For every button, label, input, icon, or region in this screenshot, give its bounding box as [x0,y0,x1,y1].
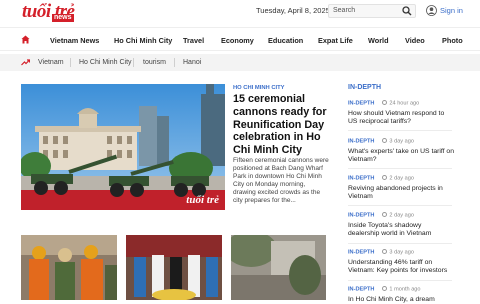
article-thumbnail[interactable] [231,235,326,300]
article-category[interactable]: IN-DEPTH [348,139,374,145]
nav-item-education[interactable]: Education [268,36,303,45]
clock-icon [382,138,388,143]
thumbnail-rescue-workers [21,235,117,300]
image-watermark: tuổi trẻ [186,194,219,206]
main-nav: Vietnam News Ho Chi Minh City Travel Eco… [0,27,480,51]
article-time: 1 month ago [389,286,421,293]
article-category[interactable]: IN-DEPTH [348,250,374,256]
article-time: 3 day ago [389,138,414,145]
sign-in-link[interactable]: Sign in [440,6,463,15]
article-title[interactable]: Inside Toyota's shadowy dealership world… [348,222,454,239]
article-title[interactable]: How should Vietnam respond to US recipro… [348,110,454,127]
sidebar-article[interactable]: IN-DEPTH 2 day ago Inside Toyota's shadow… [348,212,454,238]
tag-divider [70,58,71,67]
tag-divider [174,58,175,67]
hero-photo-cannons [21,84,225,210]
clock-icon [382,100,388,105]
tag-ho-chi-minh-city[interactable]: Ho Chi Minh City [79,59,132,66]
article-time: 24 hour ago [389,100,420,107]
search-icon[interactable] [402,6,412,16]
nav-item-economy[interactable]: Economy [221,36,254,45]
nav-item-photo[interactable]: Photo [442,36,463,45]
sidebar-article[interactable]: IN-DEPTH 2 day ago Reviving abandoned pro… [348,175,454,201]
thumbnail-flood-scene [231,235,326,300]
tag-divider [133,58,134,67]
article-title[interactable]: Reviving abandoned projects in Vietnam [348,185,454,202]
hero-category[interactable]: HO CHI MINH CITY [233,85,285,91]
sidebar-article[interactable]: IN-DEPTH 1 month ago In Ho Chi Minh City,… [348,286,454,304]
article-title[interactable]: Understanding 46% tariff on Vietnam: Key… [348,259,454,276]
user-icon[interactable] [426,5,437,16]
article-category[interactable]: IN-DEPTH [348,176,374,182]
hero-headline[interactable]: 15 ceremonial cannons ready for Reunific… [233,93,328,157]
sidebar-title[interactable]: IN-DEPTH [348,84,381,91]
nav-item-vietnam-news[interactable]: Vietnam News [50,36,99,45]
article-time: 3 day ago [389,249,414,256]
article-time: 2 day ago [389,175,414,182]
search-box[interactable]: Search [328,4,416,18]
tag-tourism[interactable]: tourism [143,59,166,66]
article-time: 2 day ago [389,212,414,219]
divider [348,168,452,169]
nav-item-video[interactable]: Video [405,36,425,45]
top-bar: tuổi trẻ news Tuesday, April 8, 2025 Sea… [0,0,480,24]
search-input[interactable]: Search [333,7,355,14]
sidebar-article[interactable]: IN-DEPTH 3 day ago Understanding 46% tari… [348,249,454,275]
clock-icon [382,249,388,254]
nav-item-ho-chi-minh-city[interactable]: Ho Chi Minh City [114,36,172,45]
article-thumbnail[interactable] [126,235,222,300]
thumbnail-ceremony [126,235,222,300]
article-category[interactable]: IN-DEPTH [348,287,374,293]
current-date: Tuesday, April 8, 2025 [256,6,330,15]
trending-icon [21,59,30,66]
clock-icon [382,286,388,291]
article-title[interactable]: What's experts' take on US tariff on Vie… [348,148,454,165]
home-icon[interactable] [21,35,30,44]
hero-summary: Fifteen ceremonial cannons were position… [233,157,329,205]
site-logo[interactable]: tuổi trẻ news [22,2,75,22]
trending-tags-bar: Vietnam Ho Chi Minh City tourism Hanoi [0,54,480,71]
article-category[interactable]: IN-DEPTH [348,213,374,219]
divider [348,130,452,131]
divider [348,243,452,244]
article-thumbnail[interactable] [21,235,117,300]
tag-vietnam[interactable]: Vietnam [38,59,64,66]
clock-icon [382,212,388,217]
tag-hanoi[interactable]: Hanoi [183,59,201,66]
nav-item-world[interactable]: World [368,36,389,45]
divider [348,280,452,281]
sidebar-article[interactable]: IN-DEPTH 3 day ago What's experts' take o… [348,138,454,164]
clock-icon [382,175,388,180]
divider [348,205,452,206]
logo-news-tag: news [52,14,74,22]
sidebar-article[interactable]: IN-DEPTH 24 hour ago How should Vietnam r… [348,100,454,126]
article-category[interactable]: IN-DEPTH [348,101,374,107]
nav-item-travel[interactable]: Travel [183,36,204,45]
nav-item-expat-life[interactable]: Expat Life [318,36,353,45]
hero-image[interactable]: tuổi trẻ [21,84,225,210]
